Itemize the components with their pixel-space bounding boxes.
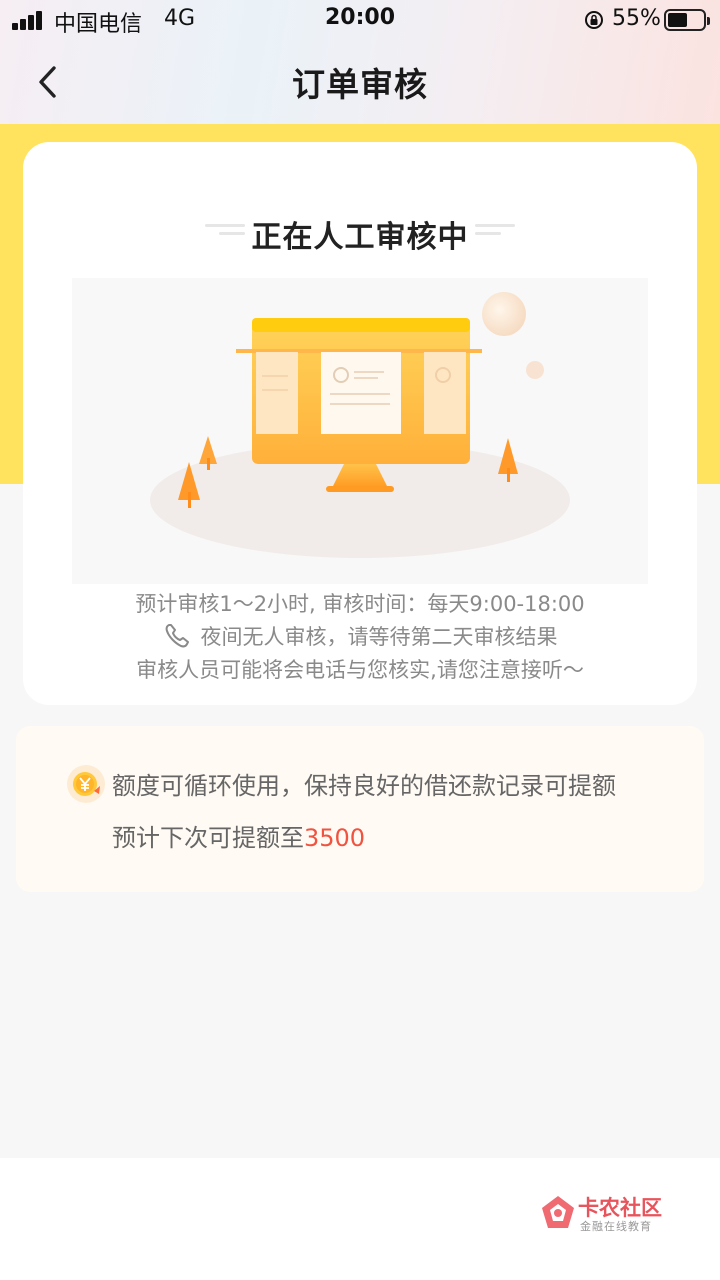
navigation-bar: 订单审核 bbox=[0, 40, 720, 124]
quota-description: 额度可循环使用，保持良好的借还款记录可提额 bbox=[112, 772, 616, 800]
phone-verification-info: 审核人员可能将会电话与您核实,请您注意接听～ bbox=[136, 658, 584, 682]
title-decoration-right bbox=[475, 232, 501, 235]
watermark-subtitle: 金融在线教育 bbox=[580, 1220, 652, 1233]
review-status-card: 正在人工审核中 预计审核1～2小时, 审核时间：每天9:00-18:00 夜间无… bbox=[23, 142, 697, 705]
phone-icon bbox=[165, 624, 189, 648]
quota-info-card: 额度可循环使用，保持良好的借还款记录可提额 预计下次可提额至3500 bbox=[16, 726, 704, 892]
next-quota-amount: 3500 bbox=[304, 824, 366, 852]
review-illustration bbox=[72, 278, 648, 584]
page-title: 订单审核 bbox=[292, 65, 428, 104]
next-quota-info: 预计下次可提额至3500 bbox=[112, 818, 365, 853]
review-status-title: 正在人工审核中 bbox=[251, 220, 469, 255]
review-time-info: 预计审核1～2小时, 审核时间：每天9:00-18:00 bbox=[135, 592, 585, 616]
night-review-text: 夜间无人审核，请等待第二天审核结果 bbox=[200, 625, 558, 649]
status-bar: 中国电信 4G 20:00 55% bbox=[0, 0, 720, 40]
monitor-illustration-icon bbox=[150, 292, 570, 558]
next-quota-label: 预计下次可提额至 bbox=[112, 824, 304, 852]
coin-icon bbox=[67, 765, 105, 803]
battery-percent: 55% bbox=[612, 6, 661, 31]
kanong-logo-icon bbox=[542, 1196, 574, 1228]
title-decoration-right bbox=[475, 224, 515, 227]
battery-icon bbox=[664, 9, 710, 31]
rotation-lock-icon bbox=[585, 11, 603, 29]
night-review-info: 夜间无人审核，请等待第二天审核结果 bbox=[23, 621, 697, 654]
watermark-logo: 卡农社区 金融在线教育 bbox=[540, 1192, 670, 1236]
card-title-row: 正在人工审核中 bbox=[23, 212, 697, 255]
footer: 卡农社区 金融在线教育 bbox=[0, 1158, 720, 1280]
review-info: 预计审核1～2小时, 审核时间：每天9:00-18:00 夜间无人审核，请等待第… bbox=[23, 588, 697, 687]
